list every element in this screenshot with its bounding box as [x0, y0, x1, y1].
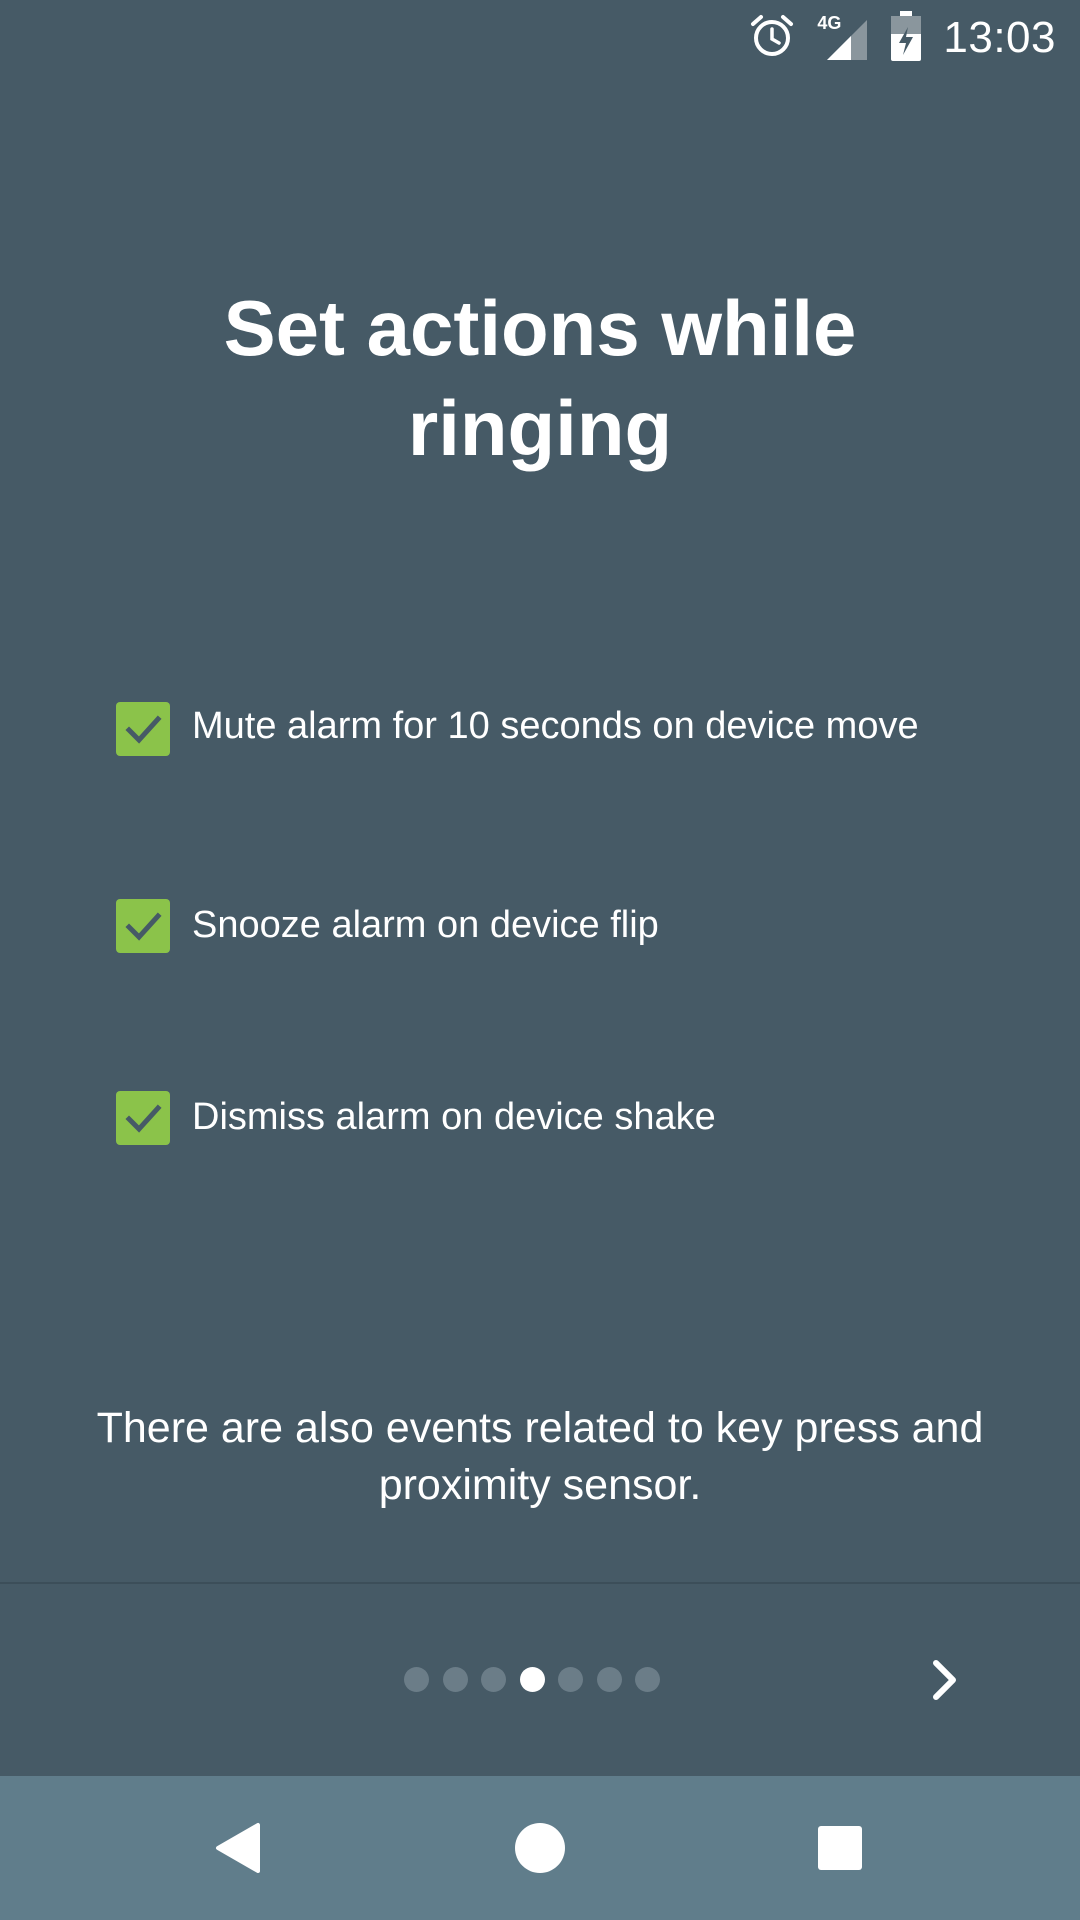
- check-icon: [125, 912, 162, 941]
- navigation-bar: [0, 1776, 1080, 1920]
- snooze-on-flip-label: Snooze alarm on device flip: [192, 904, 659, 946]
- mute-on-move-label: Mute alarm for 10 seconds on device move: [192, 705, 919, 747]
- status-bar: 4G 13:03: [0, 0, 1080, 75]
- check-icon: [125, 715, 162, 744]
- dismiss-on-shake-label: Dismiss alarm on device shake: [192, 1096, 716, 1138]
- next-button[interactable]: [910, 1645, 980, 1715]
- option-snooze-on-flip[interactable]: Snooze alarm on device flip: [116, 899, 980, 953]
- back-icon: [216, 1823, 260, 1873]
- option-mute-on-move[interactable]: Mute alarm for 10 seconds on device move: [116, 702, 980, 756]
- option-dismiss-on-shake[interactable]: Dismiss alarm on device shake: [116, 1091, 980, 1145]
- divider: [0, 1582, 1080, 1584]
- network-label: 4G: [817, 13, 842, 33]
- mute-on-move-checkbox[interactable]: [116, 702, 170, 756]
- battery-charging-icon: [891, 10, 922, 66]
- home-icon: [515, 1823, 565, 1873]
- page-indicator: [404, 1667, 660, 1692]
- recents-button[interactable]: [804, 1812, 876, 1884]
- page-title: Set actions while ringing: [223, 284, 857, 472]
- page-dot-4-active[interactable]: [519, 1667, 545, 1692]
- check-icon: [125, 1104, 162, 1133]
- chevron-right-icon: [933, 1660, 956, 1700]
- page-dot-2[interactable]: [442, 1667, 468, 1692]
- page-dot-6[interactable]: [596, 1667, 622, 1692]
- alarm-clock-icon: [749, 13, 795, 64]
- page-dot-3[interactable]: [481, 1667, 506, 1692]
- home-button[interactable]: [504, 1812, 576, 1884]
- page-dot-7[interactable]: [635, 1667, 660, 1692]
- footer-note: There are also events related to key pre…: [96, 1404, 984, 1509]
- snooze-on-flip-checkbox[interactable]: [116, 899, 170, 953]
- status-icons: 4G 13:03: [749, 10, 1056, 66]
- pager: [0, 1585, 1080, 1775]
- status-time: 13:03: [943, 13, 1056, 62]
- page-dot-5[interactable]: [558, 1667, 583, 1692]
- recents-icon: [818, 1826, 862, 1870]
- dismiss-on-shake-checkbox[interactable]: [116, 1091, 170, 1145]
- back-button[interactable]: [204, 1812, 276, 1884]
- page-dot-1[interactable]: [404, 1667, 429, 1692]
- signal-4g-icon: 4G: [817, 14, 869, 62]
